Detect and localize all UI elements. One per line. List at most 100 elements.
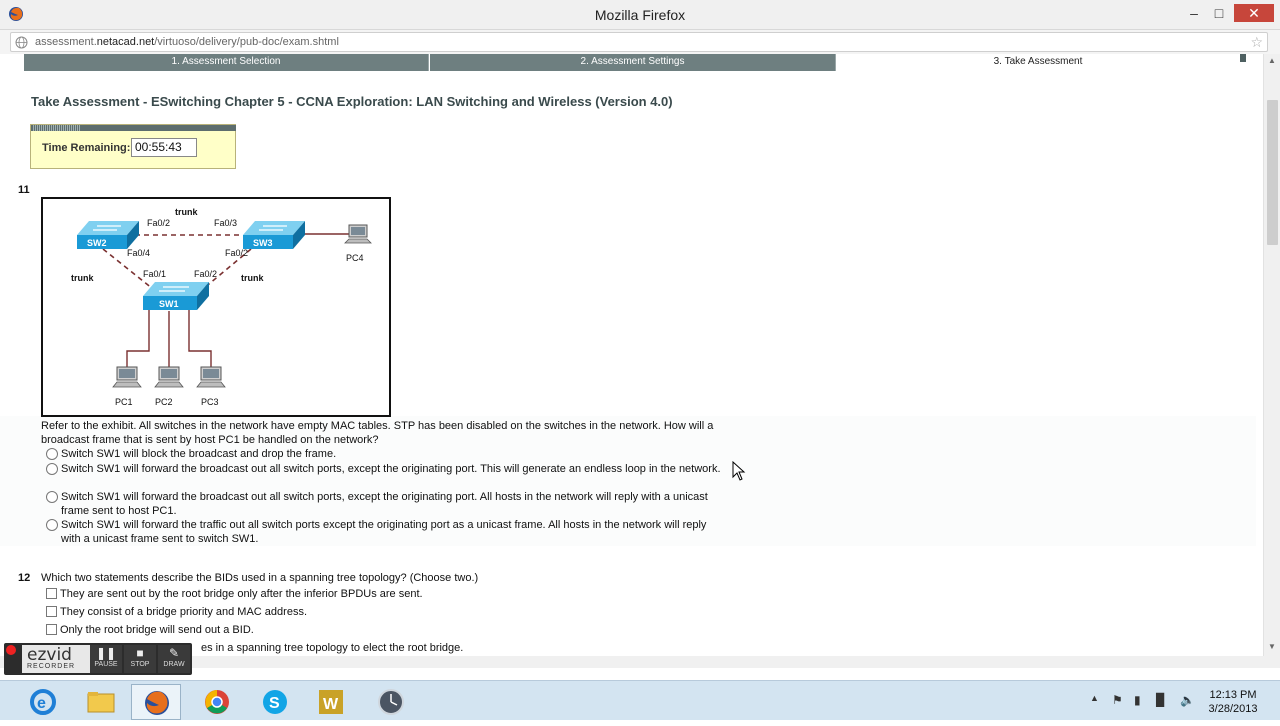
step-bar-edge [1240,54,1246,62]
sw3-fa02-label: Fa0/2 [225,248,248,258]
power-icon[interactable]: ▮ [1134,693,1141,707]
clock-date: 3/28/2013 [1208,703,1258,715]
svg-text:e: e [37,695,46,712]
question-12-number: 12 [18,572,31,584]
trunk-left-label: trunk [71,273,94,283]
q12-option-1[interactable]: They are sent out by the root bridge onl… [46,587,726,601]
q11-option-1[interactable]: Switch SW1 will block the broadcast and … [46,447,726,461]
system-clock[interactable]: 12:13 PM 3/28/2013 [1203,688,1263,716]
q12-option-4-label: es in a spanning tree topology to elect … [201,642,464,654]
assessment-steps: 1. Assessment Selection 2. Assessment Se… [24,54,1246,71]
chrome-icon[interactable] [192,684,242,720]
action-center-icon[interactable]: ⚑ [1112,693,1123,707]
question-12-text: Which two statements describe the BIDs u… [41,572,479,584]
step-assessment-selection[interactable]: 1. Assessment Selection [24,54,429,71]
draw-button[interactable]: ✎ DRAW [158,645,190,673]
pc2-label: PC2 [155,397,173,407]
question-11-text: Refer to the exhibit. All switches in th… [41,420,714,446]
pause-button[interactable]: ❚❚ PAUSE [90,645,122,673]
pc3-label: PC3 [201,397,219,407]
q12-option-1-label: They are sent out by the root bridge onl… [60,588,423,600]
url-bar[interactable]: assessment.netacad.net/virtuoso/delivery… [10,32,1268,52]
internet-explorer-icon[interactable]: e [18,684,68,720]
q11-option-2-label: Switch SW1 will forward the broadcast ou… [61,463,721,475]
pc2-icon [154,366,184,388]
pc1-label: PC1 [115,397,133,407]
sw3-fa03-label: Fa0/3 [214,218,237,228]
recording-indicator-icon [6,645,16,655]
q11-option-2-radio[interactable] [46,463,58,475]
file-explorer-icon[interactable] [76,684,126,720]
pc4-icon [344,224,372,244]
close-button[interactable]: ✕ [1234,4,1274,22]
page-title: Take Assessment - ESwitching Chapter 5 -… [31,94,673,109]
q11-option-3-radio[interactable] [46,491,58,503]
pc1-icon [112,366,142,388]
q12-option-2-label: They consist of a bridge priority and MA… [60,606,308,618]
link-sw1-pc3 [188,309,212,367]
q11-option-4-radio[interactable] [46,519,58,531]
maximize-button[interactable]: □ [1206,4,1232,22]
window-titlebar: Mozilla Firefox – □ ✕ [0,0,1280,30]
time-remaining-value: 00:55:43 [131,138,197,157]
time-remaining-box: Time Remaining: 00:55:43 [30,124,236,169]
q11-option-3[interactable]: Switch SW1 will forward the broadcast ou… [46,490,726,518]
question-11-number: 11 [18,184,30,196]
ezvid-logo: ezvid RECORDER [22,645,90,673]
pause-icon: ❚❚ [95,646,117,660]
navigation-bar: assessment.netacad.net/virtuoso/delivery… [0,30,1280,54]
q12-option-2[interactable]: They consist of a bridge priority and MA… [46,605,726,619]
step-take-assessment: 3. Take Assessment [836,54,1240,71]
clock-app-icon[interactable] [366,684,416,720]
q11-option-3-label: Switch SW1 will forward the broadcast ou… [61,491,708,517]
q11-option-1-radio[interactable] [46,448,58,460]
sw2-label: SW2 [87,238,107,248]
minimize-button[interactable]: – [1181,4,1207,22]
step-assessment-settings[interactable]: 2. Assessment Settings [430,54,836,71]
network-topology-diagram: SW2 SW3 SW1 PC4 PC1 PC2 PC3 trunk trunk … [71,207,372,407]
sw1-fa02-label: Fa0/2 [194,269,217,279]
skype-icon[interactable]: S [250,684,300,720]
bookmark-star-icon[interactable]: ☆ [1250,34,1263,51]
volume-icon[interactable]: 🔈 [1180,693,1195,707]
q12-option-3[interactable]: Only the root bridge will send out a BID… [46,623,726,637]
q11-option-2[interactable]: Switch SW1 will forward the broadcast ou… [46,462,726,490]
scroll-down-arrow-icon[interactable]: ▼ [1268,642,1276,651]
svg-text:W: W [323,696,339,713]
stop-button[interactable]: ■ STOP [124,645,156,673]
q12-option-3-label: Only the root bridge will send out a BID… [60,624,254,636]
network-exhibit: SW2 SW3 SW1 PC4 PC1 PC2 PC3 trunk trunk … [41,197,391,417]
page-viewport: 1. Assessment Selection 2. Assessment Se… [0,54,1280,656]
sw2-fa04-label: Fa0/4 [127,248,150,258]
stop-icon: ■ [136,646,144,660]
svg-text:S: S [269,695,280,712]
horizontal-scrollbar[interactable] [0,656,1280,668]
globe-icon [15,36,28,49]
scrollbar-thumb[interactable] [1267,100,1278,245]
network-signal-icon[interactable]: ▉ [1156,693,1165,707]
vertical-scrollbar[interactable]: ▲ ▼ [1263,54,1280,656]
pc3-icon [196,366,226,388]
ezvid-recorder: ezvid RECORDER ❚❚ PAUSE ■ STOP ✎ DRAW [4,643,192,675]
url-text: assessment.netacad.net/virtuoso/delivery… [35,36,339,48]
q12-option-2-checkbox[interactable] [46,606,57,617]
q12-option-3-checkbox[interactable] [46,624,57,635]
tray-expand-icon[interactable]: ▲ [1090,693,1099,703]
draw-icon: ✎ [168,646,180,660]
word-icon[interactable]: W [306,684,356,720]
firefox-icon[interactable] [131,684,181,720]
mouse-cursor-icon [732,461,746,481]
sw1-label: SW1 [159,299,179,309]
time-remaining-label: Time Remaining: [42,142,131,154]
q11-option-4-label: Switch SW1 will forward the traffic out … [61,519,707,545]
trunk-right-label: trunk [241,273,264,283]
q11-option-4[interactable]: Switch SW1 will forward the traffic out … [46,518,726,546]
q12-option-1-checkbox[interactable] [46,588,57,599]
pc4-label: PC4 [346,253,364,263]
trunk-top-label: trunk [175,207,198,217]
sw3-label: SW3 [253,238,273,248]
timer-header [31,125,236,131]
q11-option-1-label: Switch SW1 will block the broadcast and … [61,448,337,460]
sw2-fa02-label: Fa0/2 [147,218,170,228]
scroll-up-arrow-icon[interactable]: ▲ [1268,56,1276,65]
